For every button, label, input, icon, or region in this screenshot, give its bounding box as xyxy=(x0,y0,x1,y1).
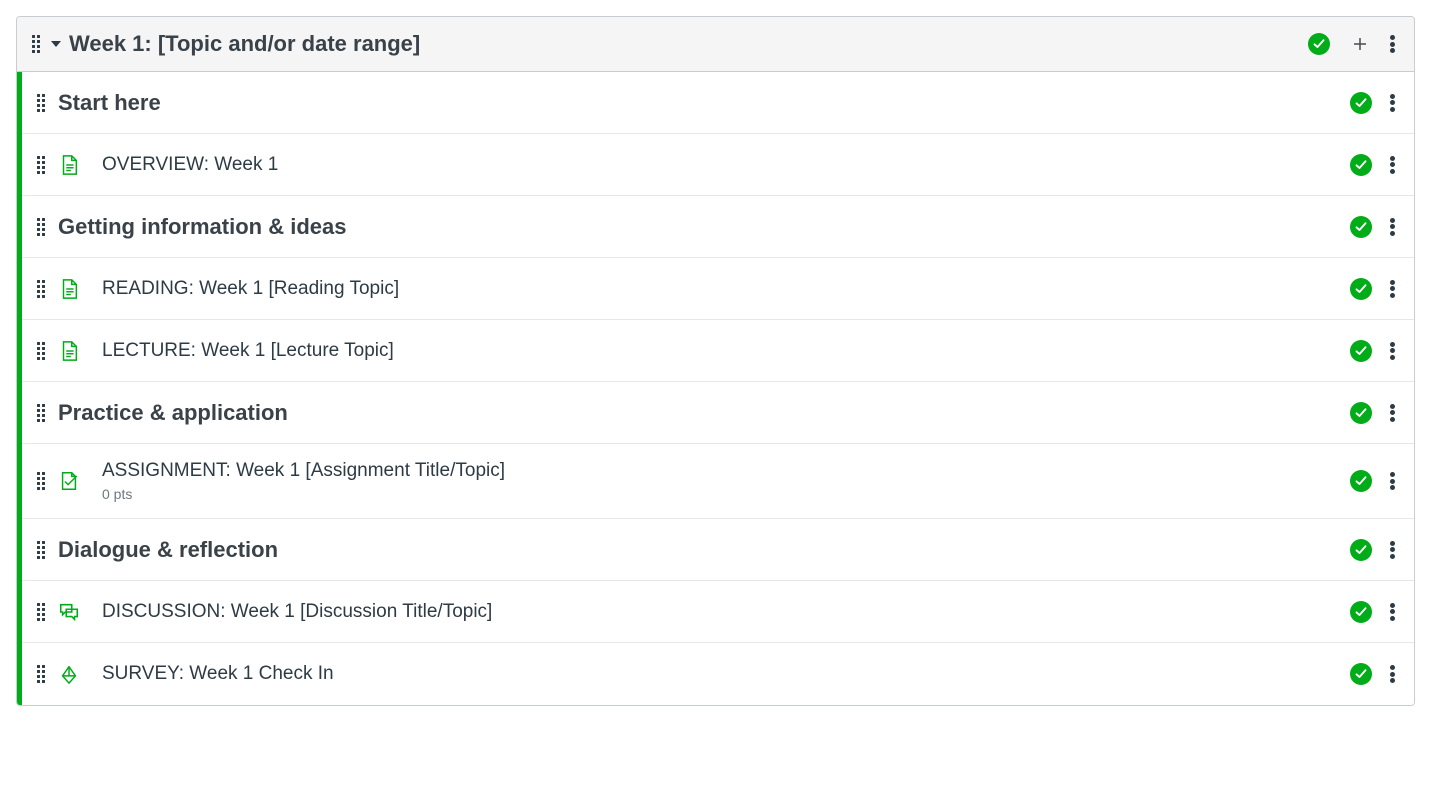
subheader-label[interactable]: Practice & application xyxy=(58,400,1350,426)
quiz-icon xyxy=(58,663,80,685)
collapse-caret-icon[interactable] xyxy=(51,41,61,47)
doc-icon xyxy=(58,154,80,176)
subheader-row: Getting information & ideas xyxy=(22,196,1414,258)
row-actions xyxy=(1350,402,1396,424)
row-actions xyxy=(1350,216,1396,238)
item-title-link[interactable]: SURVEY: Week 1 Check In xyxy=(102,663,1350,685)
drag-handle-icon[interactable] xyxy=(36,343,46,359)
module-body: Start here OVERVIEW: Week 1 Getting inform… xyxy=(17,72,1414,705)
doc-icon xyxy=(58,278,80,300)
item-options-menu-icon[interactable] xyxy=(1390,154,1396,176)
subheader-label[interactable]: Start here xyxy=(58,90,1350,116)
module-item-row: SURVEY: Week 1 Check In xyxy=(22,643,1414,705)
published-check-icon[interactable] xyxy=(1350,601,1372,623)
module-actions xyxy=(1308,32,1396,56)
item-options-menu-icon[interactable] xyxy=(1390,539,1396,561)
item-title-link[interactable]: READING: Week 1 [Reading Topic] xyxy=(102,278,1350,300)
drag-handle-icon[interactable] xyxy=(36,95,46,111)
item-content: OVERVIEW: Week 1 xyxy=(102,154,1350,176)
drag-handle-icon[interactable] xyxy=(36,281,46,297)
module-item-row: ASSIGNMENT: Week 1 [Assignment Title/Top… xyxy=(22,444,1414,519)
item-title-link[interactable]: ASSIGNMENT: Week 1 [Assignment Title/Top… xyxy=(102,460,1350,482)
item-options-menu-icon[interactable] xyxy=(1390,470,1396,492)
published-check-icon[interactable] xyxy=(1308,33,1330,55)
row-actions xyxy=(1350,663,1396,685)
discussion-icon xyxy=(58,601,80,623)
published-check-icon[interactable] xyxy=(1350,216,1372,238)
row-actions xyxy=(1350,340,1396,362)
published-check-icon[interactable] xyxy=(1350,154,1372,176)
item-options-menu-icon[interactable] xyxy=(1390,92,1396,114)
item-content: SURVEY: Week 1 Check In xyxy=(102,663,1350,685)
item-options-menu-icon[interactable] xyxy=(1390,601,1396,623)
published-check-icon[interactable] xyxy=(1350,402,1372,424)
drag-handle-icon[interactable] xyxy=(36,219,46,235)
item-content: ASSIGNMENT: Week 1 [Assignment Title/Top… xyxy=(102,460,1350,502)
row-actions xyxy=(1350,539,1396,561)
drag-handle-icon[interactable] xyxy=(36,604,46,620)
item-title-link[interactable]: OVERVIEW: Week 1 xyxy=(102,154,1350,176)
item-options-menu-icon[interactable] xyxy=(1390,340,1396,362)
published-check-icon[interactable] xyxy=(1350,340,1372,362)
item-options-menu-icon[interactable] xyxy=(1390,663,1396,685)
subheader-label[interactable]: Dialogue & reflection xyxy=(58,537,1350,563)
item-title-link[interactable]: LECTURE: Week 1 [Lecture Topic] xyxy=(102,340,1350,362)
item-subtext: 0 pts xyxy=(102,486,1350,502)
subheader-row: Practice & application xyxy=(22,382,1414,444)
module-item-row: OVERVIEW: Week 1 xyxy=(22,134,1414,196)
item-options-menu-icon[interactable] xyxy=(1390,216,1396,238)
row-actions xyxy=(1350,601,1396,623)
subheader-row: Dialogue & reflection xyxy=(22,519,1414,581)
item-options-menu-icon[interactable] xyxy=(1390,402,1396,424)
row-actions xyxy=(1350,278,1396,300)
assignment-icon xyxy=(58,470,80,492)
published-check-icon[interactable] xyxy=(1350,470,1372,492)
row-actions xyxy=(1350,92,1396,114)
doc-icon xyxy=(58,340,80,362)
drag-handle-icon[interactable] xyxy=(36,157,46,173)
item-content: LECTURE: Week 1 [Lecture Topic] xyxy=(102,340,1350,362)
module-item-row: DISCUSSION: Week 1 [Discussion Title/Top… xyxy=(22,581,1414,643)
published-check-icon[interactable] xyxy=(1350,663,1372,685)
item-title-link[interactable]: DISCUSSION: Week 1 [Discussion Title/Top… xyxy=(102,601,1350,623)
item-options-menu-icon[interactable] xyxy=(1390,278,1396,300)
published-check-icon[interactable] xyxy=(1350,539,1372,561)
published-check-icon[interactable] xyxy=(1350,278,1372,300)
module-item-row: READING: Week 1 [Reading Topic] xyxy=(22,258,1414,320)
module: Week 1: [Topic and/or date range] Start … xyxy=(16,16,1415,706)
add-item-button[interactable] xyxy=(1348,32,1372,56)
row-actions xyxy=(1350,154,1396,176)
drag-handle-icon[interactable] xyxy=(36,405,46,421)
module-header: Week 1: [Topic and/or date range] xyxy=(17,17,1414,72)
drag-handle-icon[interactable] xyxy=(31,36,41,52)
subheader-label[interactable]: Getting information & ideas xyxy=(58,214,1350,240)
module-item-row: LECTURE: Week 1 [Lecture Topic] xyxy=(22,320,1414,382)
drag-handle-icon[interactable] xyxy=(36,542,46,558)
item-content: READING: Week 1 [Reading Topic] xyxy=(102,278,1350,300)
module-options-menu-icon[interactable] xyxy=(1390,33,1396,55)
drag-handle-icon[interactable] xyxy=(36,666,46,682)
module-title[interactable]: Week 1: [Topic and/or date range] xyxy=(69,31,1308,57)
row-actions xyxy=(1350,470,1396,492)
published-check-icon[interactable] xyxy=(1350,92,1372,114)
subheader-row: Start here xyxy=(22,72,1414,134)
item-content: DISCUSSION: Week 1 [Discussion Title/Top… xyxy=(102,601,1350,623)
drag-handle-icon[interactable] xyxy=(36,473,46,489)
